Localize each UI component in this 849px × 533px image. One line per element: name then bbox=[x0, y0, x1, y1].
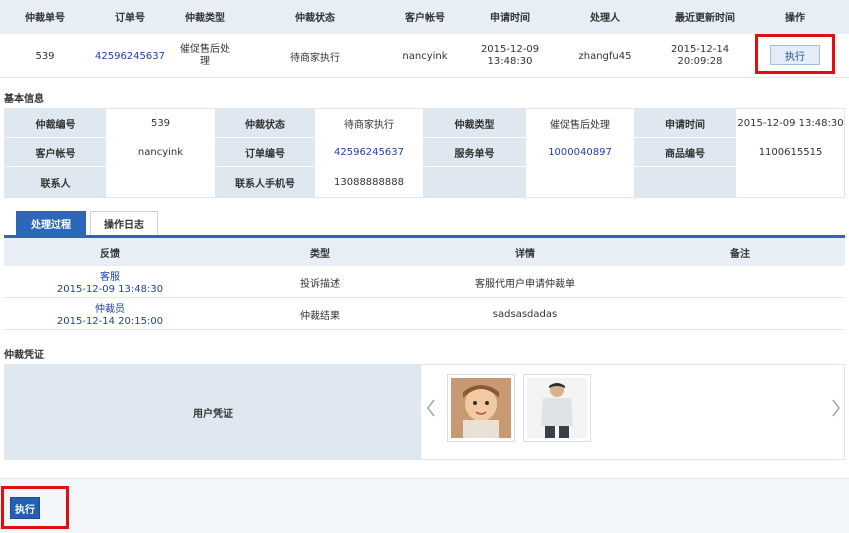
value-arbitration-type: 催促售后处理 bbox=[527, 109, 633, 137]
row-type: 催促售后处理 bbox=[180, 44, 230, 67]
col-header-handler: 处理人 bbox=[590, 12, 620, 24]
value-customer-account: nancyink bbox=[107, 138, 214, 166]
basic-info-title: 基本信息 bbox=[4, 94, 44, 105]
row-update-time: 2015-12-14 20:09:28 bbox=[670, 44, 730, 67]
evidence-label: 用户凭证 bbox=[5, 365, 421, 459]
footer-bar bbox=[0, 478, 849, 533]
basic-info-empty-value-2 bbox=[737, 167, 844, 197]
thumbnail-man-shirt-photo[interactable] bbox=[523, 374, 591, 442]
process-row-note bbox=[690, 272, 790, 292]
process-col-note: 备注 bbox=[730, 248, 750, 260]
col-header-account: 客户帐号 bbox=[405, 12, 445, 24]
thumbnail-child-photo[interactable] bbox=[447, 374, 515, 442]
row-arbitration-id: 539 bbox=[35, 50, 55, 62]
process-row-note bbox=[690, 304, 790, 324]
value-apply-time: 2015-12-09 13:48:30 bbox=[737, 109, 844, 137]
row-status: 待商家执行 bbox=[290, 52, 340, 64]
process-row-time: 2015-12-09 13:48:30 bbox=[56, 283, 164, 295]
label-customer-account: 客户帐号 bbox=[5, 138, 106, 166]
label-service-no: 服务单号 bbox=[423, 138, 526, 166]
tab-operation-log[interactable]: 操作日志 bbox=[90, 211, 158, 235]
col-header-arbitration-id: 仲裁单号 bbox=[25, 12, 65, 24]
value-service-no-link[interactable]: 1000040897 bbox=[527, 138, 633, 166]
label-apply-time: 申请时间 bbox=[634, 109, 736, 137]
basic-info-empty-label bbox=[423, 167, 526, 197]
process-col-type: 类型 bbox=[310, 248, 330, 260]
row-order-no-link[interactable]: 42596245637 bbox=[95, 44, 165, 68]
col-header-type: 仲裁类型 bbox=[185, 12, 225, 24]
tab-process[interactable]: 处理过程 bbox=[16, 211, 86, 235]
col-header-apply-time: 申请时间 bbox=[490, 12, 530, 24]
process-row-detail: sadsasdadas bbox=[492, 308, 558, 320]
process-row-who-link[interactable]: 仲裁员 bbox=[60, 300, 160, 315]
chevron-right-icon[interactable] bbox=[828, 395, 844, 421]
value-order-no-link[interactable]: 42596245637 bbox=[316, 138, 422, 166]
row-account: nancyink bbox=[402, 50, 448, 62]
chevron-left-icon[interactable] bbox=[423, 395, 439, 421]
row-execute-button[interactable]: 执行 bbox=[770, 45, 820, 65]
col-header-update-time: 最近更新时间 bbox=[675, 12, 735, 24]
process-row-type: 投诉描述 bbox=[300, 278, 340, 290]
col-header-action: 操作 bbox=[785, 12, 805, 24]
label-arbitration-status: 仲裁状态 bbox=[215, 109, 315, 137]
value-contact bbox=[107, 167, 214, 197]
basic-info-empty-value bbox=[527, 167, 633, 197]
evidence-title: 仲裁凭证 bbox=[4, 350, 44, 361]
label-contact-phone: 联系人手机号 bbox=[215, 167, 315, 197]
label-arbitration-type: 仲裁类型 bbox=[423, 109, 526, 137]
label-contact: 联系人 bbox=[5, 167, 106, 197]
value-contact-phone: 13088888888 bbox=[316, 167, 422, 197]
basic-info-empty-label-2 bbox=[634, 167, 736, 197]
process-row-detail: 客服代用户申请仲裁单 bbox=[475, 278, 575, 290]
row-handler: zhangfu45 bbox=[578, 50, 632, 62]
process-col-feedback: 反馈 bbox=[100, 248, 120, 260]
label-arbitration-no: 仲裁编号 bbox=[5, 109, 106, 137]
footer-execute-button[interactable]: 执行 bbox=[10, 497, 40, 519]
col-header-order-no: 订单号 bbox=[115, 12, 145, 24]
process-row-time: 2015-12-14 20:15:00 bbox=[56, 315, 164, 327]
process-row-type: 仲裁结果 bbox=[300, 310, 340, 322]
col-header-status: 仲裁状态 bbox=[295, 12, 335, 24]
label-order-no: 订单编号 bbox=[215, 138, 315, 166]
row-apply-time: 2015-12-09 13:48:30 bbox=[480, 44, 540, 67]
value-arbitration-no: 539 bbox=[107, 109, 214, 137]
label-product-no: 商品编号 bbox=[634, 138, 736, 166]
process-col-detail: 详情 bbox=[515, 248, 535, 260]
value-arbitration-status: 待商家执行 bbox=[316, 109, 422, 137]
value-product-no: 1100615515 bbox=[737, 138, 844, 166]
process-row-who-link[interactable]: 客服 bbox=[60, 268, 160, 283]
